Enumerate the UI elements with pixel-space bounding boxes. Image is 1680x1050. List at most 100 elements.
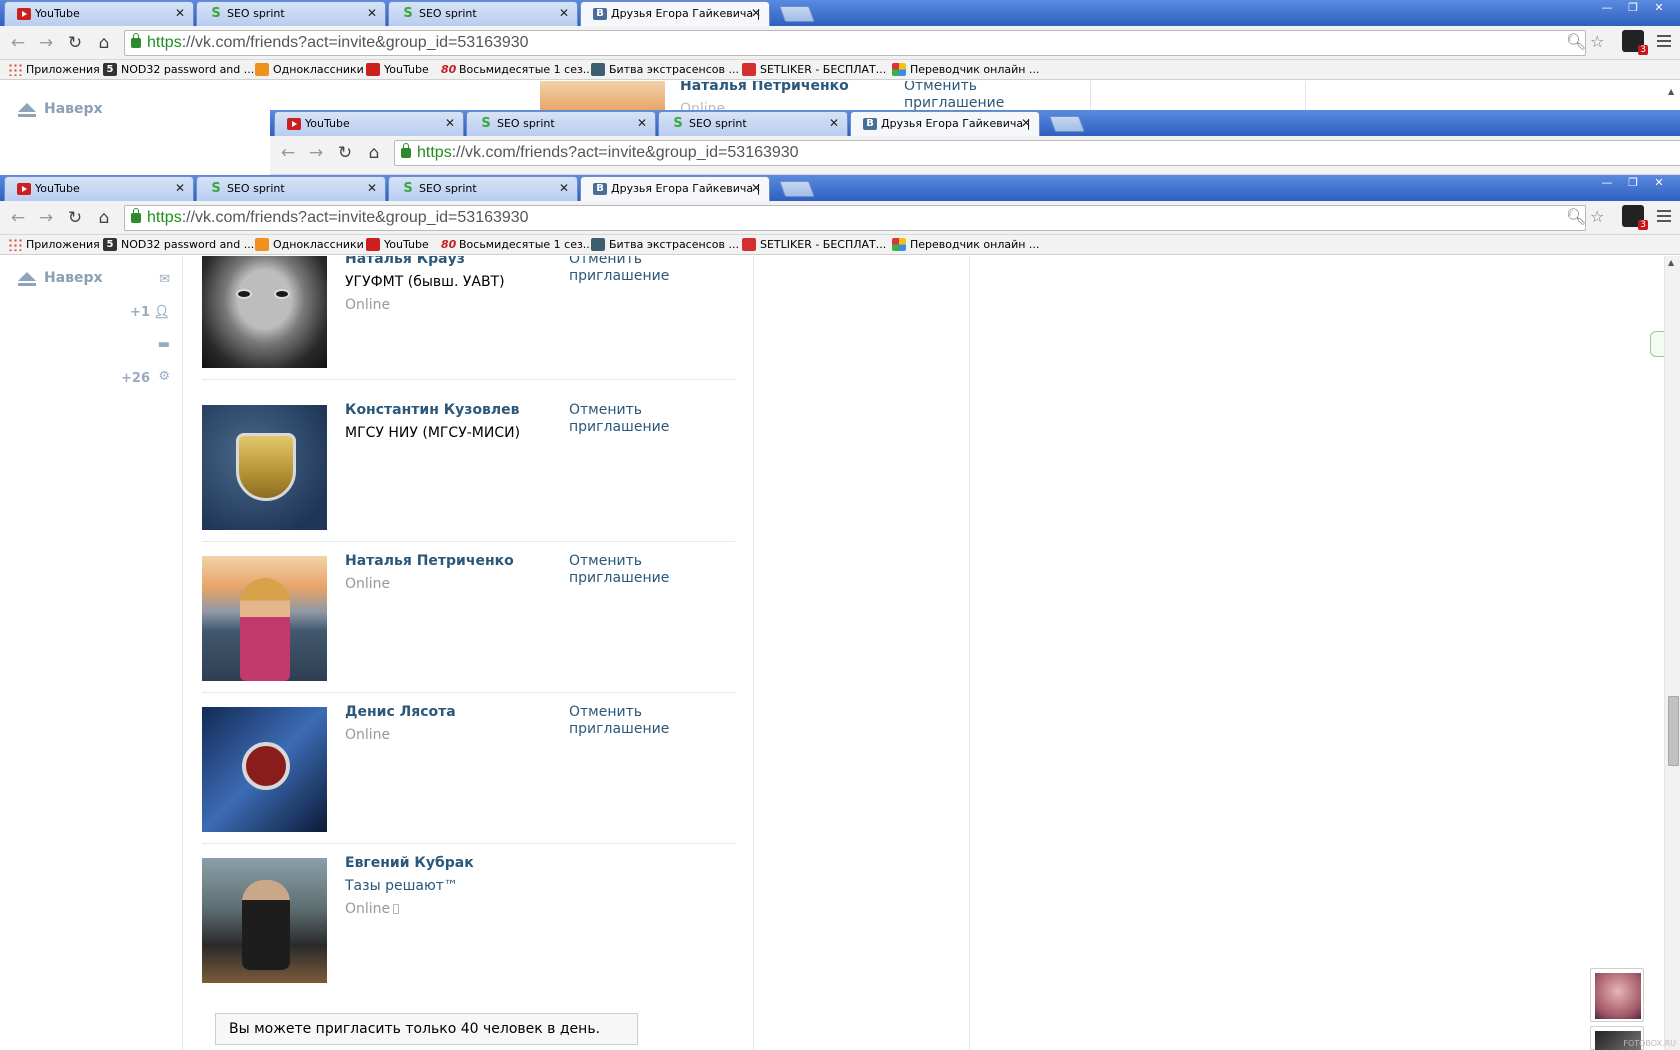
tab-seo-sprint[interactable]: S SEO sprint ✕: [196, 1, 386, 26]
close-icon[interactable]: ✕: [637, 116, 647, 130]
page-scrollbar[interactable]: ▲: [1664, 256, 1680, 1050]
scroll-up-arrow[interactable]: ▲: [1668, 258, 1674, 267]
side-widget-tab[interactable]: [1650, 331, 1664, 357]
scroll-up-link[interactable]: Наверх: [18, 101, 103, 117]
bookmark-eighties[interactable]: 80 Восьмидесятые 1 сез...: [441, 63, 593, 76]
menu-icon[interactable]: [1657, 210, 1671, 222]
friend-name-behind[interactable]: Наталья Петриченко: [680, 81, 849, 94]
cancel-invite-link[interactable]: Отменить приглашение: [569, 256, 689, 285]
tab-vk-friends-middle[interactable]: B Друзья Егора Гайкевича | ✕: [850, 111, 1040, 136]
tab-vk-friends[interactable]: B Друзья Егора Гайкевича | ✕: [580, 1, 770, 26]
forward-icon[interactable]: →: [36, 33, 56, 53]
tab-youtube[interactable]: YouTube ✕: [4, 1, 194, 26]
bookmark-apps[interactable]: Приложения: [8, 238, 100, 251]
friend-avatar[interactable]: [202, 256, 327, 368]
comments-icon[interactable]: ▬: [158, 337, 170, 352]
cancel-invite-behind[interactable]: Отменить приглашение: [904, 81, 1004, 112]
close-window-icon[interactable]: ✕: [1646, 0, 1672, 17]
back-icon[interactable]: ←: [8, 33, 28, 53]
settings-gear-icon[interactable]: ⚙: [158, 369, 170, 384]
close-icon[interactable]: ✕: [559, 6, 569, 20]
zoom-icon[interactable]: 🔍︎: [1566, 207, 1586, 226]
bookmark-youtube[interactable]: YouTube: [366, 63, 429, 76]
close-icon[interactable]: ✕: [1021, 116, 1031, 130]
friends-counter[interactable]: +1: [130, 305, 150, 320]
bookmark-setliker[interactable]: SETLIKER - БЕСПЛАТ...: [742, 238, 886, 251]
close-icon[interactable]: ✕: [751, 181, 761, 195]
menu-icon[interactable]: [1657, 35, 1671, 47]
tab-seo-sprint-middle[interactable]: S SEO sprint ✕: [466, 111, 656, 136]
address-bar-middle[interactable]: https://vk.com/friends?act=invite&group_…: [394, 140, 1680, 166]
extension-icon[interactable]: 3: [1622, 205, 1648, 230]
close-icon[interactable]: ✕: [175, 181, 185, 195]
friend-name[interactable]: Наталья Крауз: [345, 256, 465, 267]
minimize-icon[interactable]: —: [1594, 175, 1620, 192]
cancel-invite-link[interactable]: Отменить приглашение: [569, 402, 689, 436]
close-icon[interactable]: ✕: [829, 116, 839, 130]
scrollbar-thumb[interactable]: [1668, 696, 1679, 766]
back-icon[interactable]: ←: [8, 208, 28, 228]
forward-icon[interactable]: →: [36, 208, 56, 228]
tab-youtube-front[interactable]: YouTube ✕: [4, 176, 194, 201]
zoom-icon[interactable]: 🔍︎: [1566, 32, 1586, 51]
home-icon[interactable]: ⌂: [94, 33, 114, 53]
friends-icon[interactable]: 👤︎: [153, 305, 170, 320]
address-bar[interactable]: https://vk.com/friends?act=invite&group_…: [124, 30, 1586, 56]
tab-seo-sprint-2-middle[interactable]: S SEO sprint ✕: [658, 111, 848, 136]
extension-icon[interactable]: 3: [1622, 30, 1648, 55]
minimize-icon[interactable]: —: [1594, 0, 1620, 17]
friend-name[interactable]: Денис Лясота: [345, 704, 456, 720]
back-icon[interactable]: ←: [278, 143, 298, 163]
home-icon[interactable]: ⌂: [94, 208, 114, 228]
bookmark-bitva[interactable]: Битва экстрасенсов ...: [591, 63, 739, 76]
friend-name[interactable]: Евгений Кубрак: [345, 855, 474, 871]
close-icon[interactable]: ✕: [751, 6, 761, 20]
star-icon[interactable]: ☆: [1590, 207, 1604, 226]
friend-avatar[interactable]: [202, 405, 327, 530]
home-icon[interactable]: ⌂: [364, 143, 384, 163]
tab-seo-sprint-front[interactable]: S SEO sprint ✕: [196, 176, 386, 201]
friend-avatar[interactable]: [202, 556, 327, 681]
close-icon[interactable]: ✕: [367, 181, 377, 195]
bookmark-setliker[interactable]: SETLIKER - БЕСПЛАТ...: [742, 63, 886, 76]
scroll-up-link[interactable]: Наверх: [18, 270, 103, 286]
bookmark-apps[interactable]: Приложения: [8, 63, 100, 76]
forward-icon[interactable]: →: [306, 143, 326, 163]
restore-icon[interactable]: ❐: [1620, 0, 1646, 17]
settings-counter[interactable]: +26: [121, 371, 150, 386]
close-window-icon[interactable]: ✕: [1646, 175, 1672, 192]
chat-contact-avatar[interactable]: [1590, 968, 1644, 1022]
close-icon[interactable]: ✕: [559, 181, 569, 195]
tab-seo-sprint-2[interactable]: S SEO sprint ✕: [388, 1, 578, 26]
tab-youtube-middle[interactable]: YouTube ✕: [274, 111, 464, 136]
new-tab-button[interactable]: [779, 6, 815, 22]
bookmark-nod32[interactable]: 5 NOD32 password and ...: [103, 238, 254, 251]
bookmark-nod32[interactable]: 5 NOD32 password and ...: [103, 63, 254, 76]
bookmark-translator[interactable]: Переводчик онлайн ...: [892, 63, 1039, 76]
friend-name[interactable]: Наталья Петриченко: [345, 553, 514, 569]
close-icon[interactable]: ✕: [367, 6, 377, 20]
friend-avatar[interactable]: [202, 858, 327, 983]
bookmark-translator[interactable]: Переводчик онлайн ...: [892, 238, 1039, 251]
tab-seo-sprint-2-front[interactable]: S SEO sprint ✕: [388, 176, 578, 201]
friend-status-text[interactable]: Тазы решают™: [345, 878, 458, 894]
bookmark-odnoklassniki[interactable]: Одноклассники: [255, 238, 364, 251]
bookmark-youtube[interactable]: YouTube: [366, 238, 429, 251]
reload-icon[interactable]: ↻: [65, 33, 85, 53]
new-tab-button-middle[interactable]: [1049, 116, 1085, 132]
cancel-invite-link[interactable]: Отменить приглашение: [569, 553, 689, 587]
reload-icon[interactable]: ↻: [335, 143, 355, 163]
scroll-up-arrow-behind[interactable]: ▲: [1668, 87, 1674, 96]
address-bar-front[interactable]: https://vk.com/friends?act=invite&group_…: [124, 205, 1586, 231]
cancel-invite-link[interactable]: Отменить приглашение: [569, 704, 689, 738]
messages-icon[interactable]: ✉: [159, 272, 170, 287]
friend-avatar[interactable]: [202, 707, 327, 832]
bookmark-odnoklassniki[interactable]: Одноклассники: [255, 63, 364, 76]
bookmark-eighties[interactable]: 80 Восьмидесятые 1 сез...: [441, 238, 593, 251]
close-icon[interactable]: ✕: [445, 116, 455, 130]
restore-icon[interactable]: ❐: [1620, 175, 1646, 192]
friend-name[interactable]: Константин Кузовлев: [345, 402, 520, 418]
reload-icon[interactable]: ↻: [65, 208, 85, 228]
new-tab-button-front[interactable]: [779, 181, 815, 197]
close-icon[interactable]: ✕: [175, 6, 185, 20]
